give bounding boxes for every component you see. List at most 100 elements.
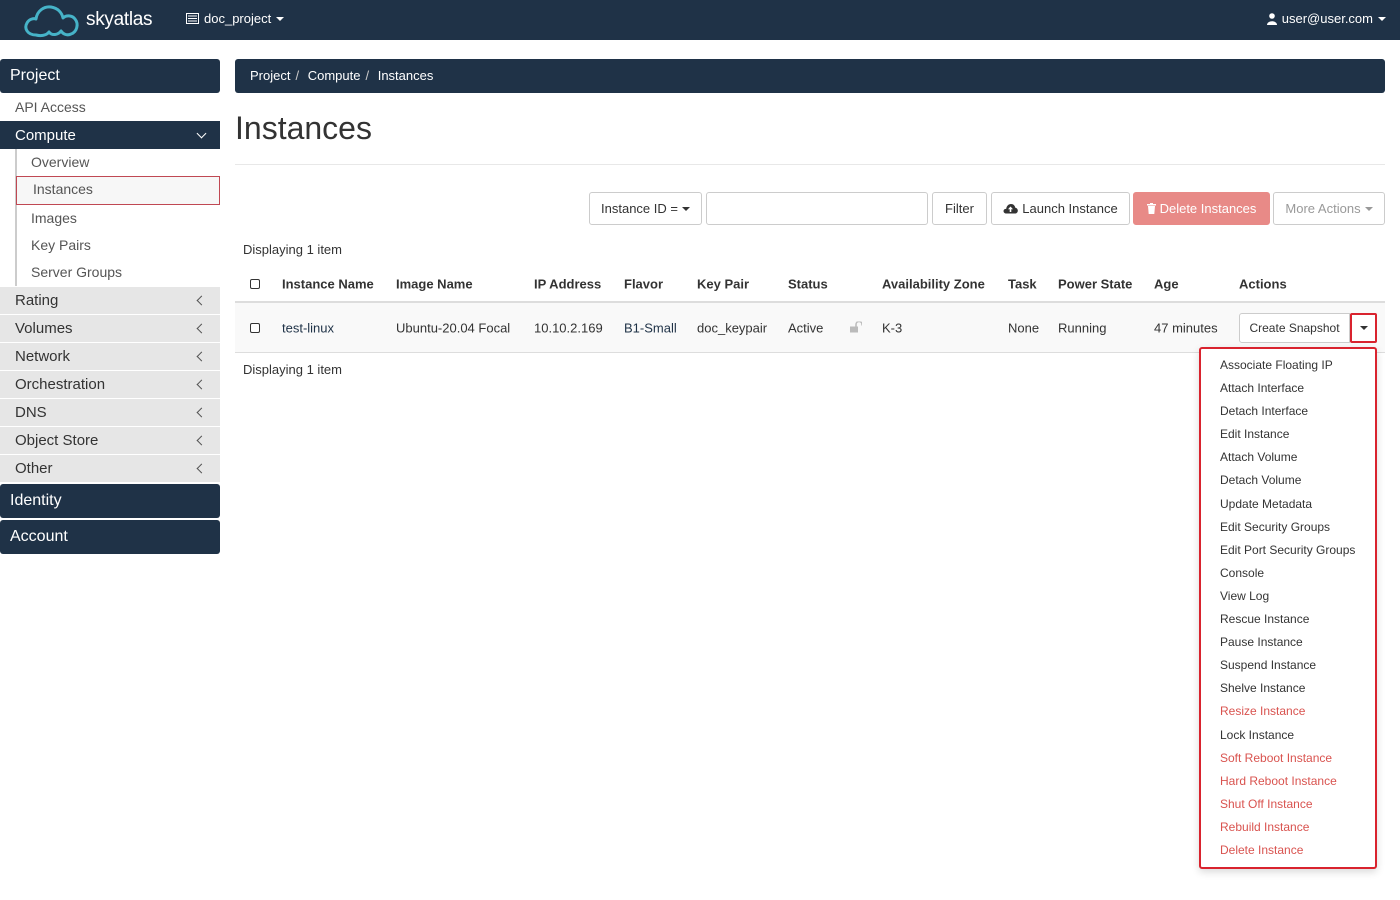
column-header-flavor[interactable]: Flavor — [624, 276, 663, 291]
ip-address-cell: 10.10.2.169 — [534, 320, 603, 335]
menu-item-edit-security-groups[interactable]: Edit Security Groups — [1201, 516, 1375, 539]
menu-item-soft-reboot-instance[interactable]: Soft Reboot Instance — [1201, 747, 1375, 770]
sidebar-group-label: Rating — [15, 292, 59, 309]
menu-item-suspend-instance[interactable]: Suspend Instance — [1201, 654, 1375, 677]
launch-instance-label: Launch Instance — [1022, 201, 1118, 216]
column-header-age[interactable]: Age — [1154, 276, 1179, 291]
menu-item-rescue-instance[interactable]: Rescue Instance — [1201, 608, 1375, 631]
item-count-bottom: Displaying 1 item — [243, 362, 342, 377]
instance-name-link[interactable]: test-linux — [282, 320, 334, 335]
sidebar-item-key-pairs[interactable]: Key Pairs — [17, 232, 220, 259]
item-count-top: Displaying 1 item — [243, 242, 342, 257]
cloud-logo-icon — [24, 5, 79, 38]
column-header-key-pair[interactable]: Key Pair — [697, 276, 749, 291]
sidebar-group-network[interactable]: Network — [0, 342, 220, 370]
menu-item-detach-volume[interactable]: Detach Volume — [1201, 469, 1375, 492]
menu-item-attach-volume[interactable]: Attach Volume — [1201, 446, 1375, 469]
menu-item-update-metadata[interactable]: Update Metadata — [1201, 493, 1375, 516]
status-cell: Active — [788, 320, 824, 335]
key-pair-cell: doc_keypair — [697, 320, 768, 335]
menu-item-attach-interface[interactable]: Attach Interface — [1201, 377, 1375, 400]
availability-zone-cell: K-3 — [882, 320, 903, 335]
menu-item-edit-port-security-groups[interactable]: Edit Port Security Groups — [1201, 539, 1375, 562]
row-actions-dropdown: Associate Floating IP Attach Interface D… — [1199, 347, 1377, 869]
menu-item-rebuild-instance[interactable]: Rebuild Instance — [1201, 816, 1375, 839]
flavor-link[interactable]: B1-Small — [624, 320, 677, 335]
sidebar-project-header[interactable]: Project — [0, 59, 220, 93]
brand-logo[interactable]: skyatlas — [22, 2, 153, 38]
menu-item-shelve-instance[interactable]: Shelve Instance — [1201, 677, 1375, 700]
menu-item-delete-instance[interactable]: Delete Instance — [1201, 839, 1375, 862]
sidebar-group-rating[interactable]: Rating — [0, 286, 220, 314]
delete-instances-label: Delete Instances — [1159, 201, 1257, 216]
sidebar-group-label: Orchestration — [15, 376, 106, 393]
breadcrumb-item-project[interactable]: Project — [250, 68, 290, 83]
caret-down-icon — [276, 16, 285, 21]
page-title: Instances — [235, 110, 372, 146]
sidebar-item-api-access[interactable]: API Access — [0, 93, 220, 121]
column-header-availability-zone[interactable]: Availability Zone — [882, 276, 985, 291]
sidebar-group-object-store[interactable]: Object Store — [0, 426, 220, 454]
menu-item-associate-floating-ip[interactable]: Associate Floating IP — [1201, 354, 1375, 377]
sidebar-group-other[interactable]: Other — [0, 454, 220, 482]
column-header-status[interactable]: Status — [788, 276, 828, 291]
column-header-power-state[interactable]: Power State — [1058, 276, 1132, 291]
menu-item-resize-instance[interactable]: Resize Instance — [1201, 700, 1375, 723]
menu-item-hard-reboot-instance[interactable]: Hard Reboot Instance — [1201, 770, 1375, 793]
menu-item-shut-off-instance[interactable]: Shut Off Instance — [1201, 793, 1375, 816]
sidebar-group-volumes[interactable]: Volumes — [0, 314, 220, 342]
select-all-checkbox[interactable] — [250, 278, 260, 289]
chevron-left-icon — [196, 463, 207, 474]
chevron-left-icon — [196, 407, 207, 418]
sidebar-group-orchestration[interactable]: Orchestration — [0, 370, 220, 398]
sidebar-group-dns[interactable]: DNS — [0, 398, 220, 426]
chevron-left-icon — [196, 435, 207, 446]
task-cell: None — [1008, 320, 1040, 335]
menu-item-detach-interface[interactable]: Detach Interface — [1201, 400, 1375, 423]
column-header-task[interactable]: Task — [1008, 276, 1037, 291]
launch-instance-button[interactable]: Launch Instance — [991, 192, 1130, 225]
row-checkbox[interactable] — [250, 322, 260, 333]
create-snapshot-button[interactable]: Create Snapshot — [1239, 313, 1350, 343]
project-switcher[interactable]: doc_project — [186, 11, 285, 26]
breadcrumb-item-compute[interactable]: Compute — [308, 68, 361, 83]
filter-button[interactable]: Filter — [932, 192, 987, 225]
menu-item-view-log[interactable]: View Log — [1201, 585, 1375, 608]
caret-down-icon — [1378, 16, 1386, 21]
sidebar-account-header[interactable]: Account — [0, 520, 220, 554]
delete-instances-button[interactable]: Delete Instances — [1133, 192, 1270, 225]
menu-item-pause-instance[interactable]: Pause Instance — [1201, 631, 1375, 654]
sidebar-item-server-groups[interactable]: Server Groups — [17, 259, 220, 286]
sidebar-group-label: DNS — [15, 404, 47, 421]
row-actions-toggle[interactable] — [1350, 313, 1377, 343]
menu-item-lock-instance[interactable]: Lock Instance — [1201, 724, 1375, 747]
user-email: user@user.com — [1281, 11, 1373, 26]
column-header-ip-address[interactable]: IP Address — [534, 276, 601, 291]
user-icon — [1266, 12, 1277, 25]
breadcrumb: Project / Compute / Instances — [235, 59, 1385, 93]
project-name: doc_project — [204, 11, 272, 26]
project-icon — [186, 13, 199, 24]
sidebar: Project API Access Compute Overview Inst… — [0, 59, 220, 554]
chevron-down-icon — [196, 128, 207, 138]
sidebar-item-overview[interactable]: Overview — [17, 149, 220, 176]
sidebar-item-images[interactable]: Images — [17, 205, 220, 232]
menu-item-console[interactable]: Console — [1201, 562, 1375, 585]
top-navbar: skyatlas doc_project user@user.com — [0, 0, 1400, 40]
user-menu[interactable]: user@user.com — [1266, 11, 1386, 26]
menu-item-edit-instance[interactable]: Edit Instance — [1201, 423, 1375, 446]
filter-input[interactable] — [706, 192, 928, 225]
column-header-instance-name[interactable]: Instance Name — [282, 276, 374, 291]
breadcrumb-item-instances: Instances — [377, 68, 434, 83]
filter-field-select[interactable]: Instance ID = — [589, 192, 702, 225]
age-cell: 47 minutes — [1154, 320, 1218, 335]
unlock-icon — [850, 320, 863, 335]
sidebar-item-instances[interactable]: Instances — [16, 176, 220, 205]
more-actions-button[interactable]: More Actions — [1273, 192, 1385, 225]
sidebar-section-compute[interactable]: Compute — [0, 121, 220, 149]
sidebar-identity-header[interactable]: Identity — [0, 484, 220, 518]
sidebar-group-label: Other — [15, 460, 53, 477]
column-header-image-name[interactable]: Image Name — [396, 276, 473, 291]
power-state-cell: Running — [1058, 320, 1107, 335]
compute-subnav: Overview Instances Images Key Pairs Serv… — [15, 149, 220, 286]
